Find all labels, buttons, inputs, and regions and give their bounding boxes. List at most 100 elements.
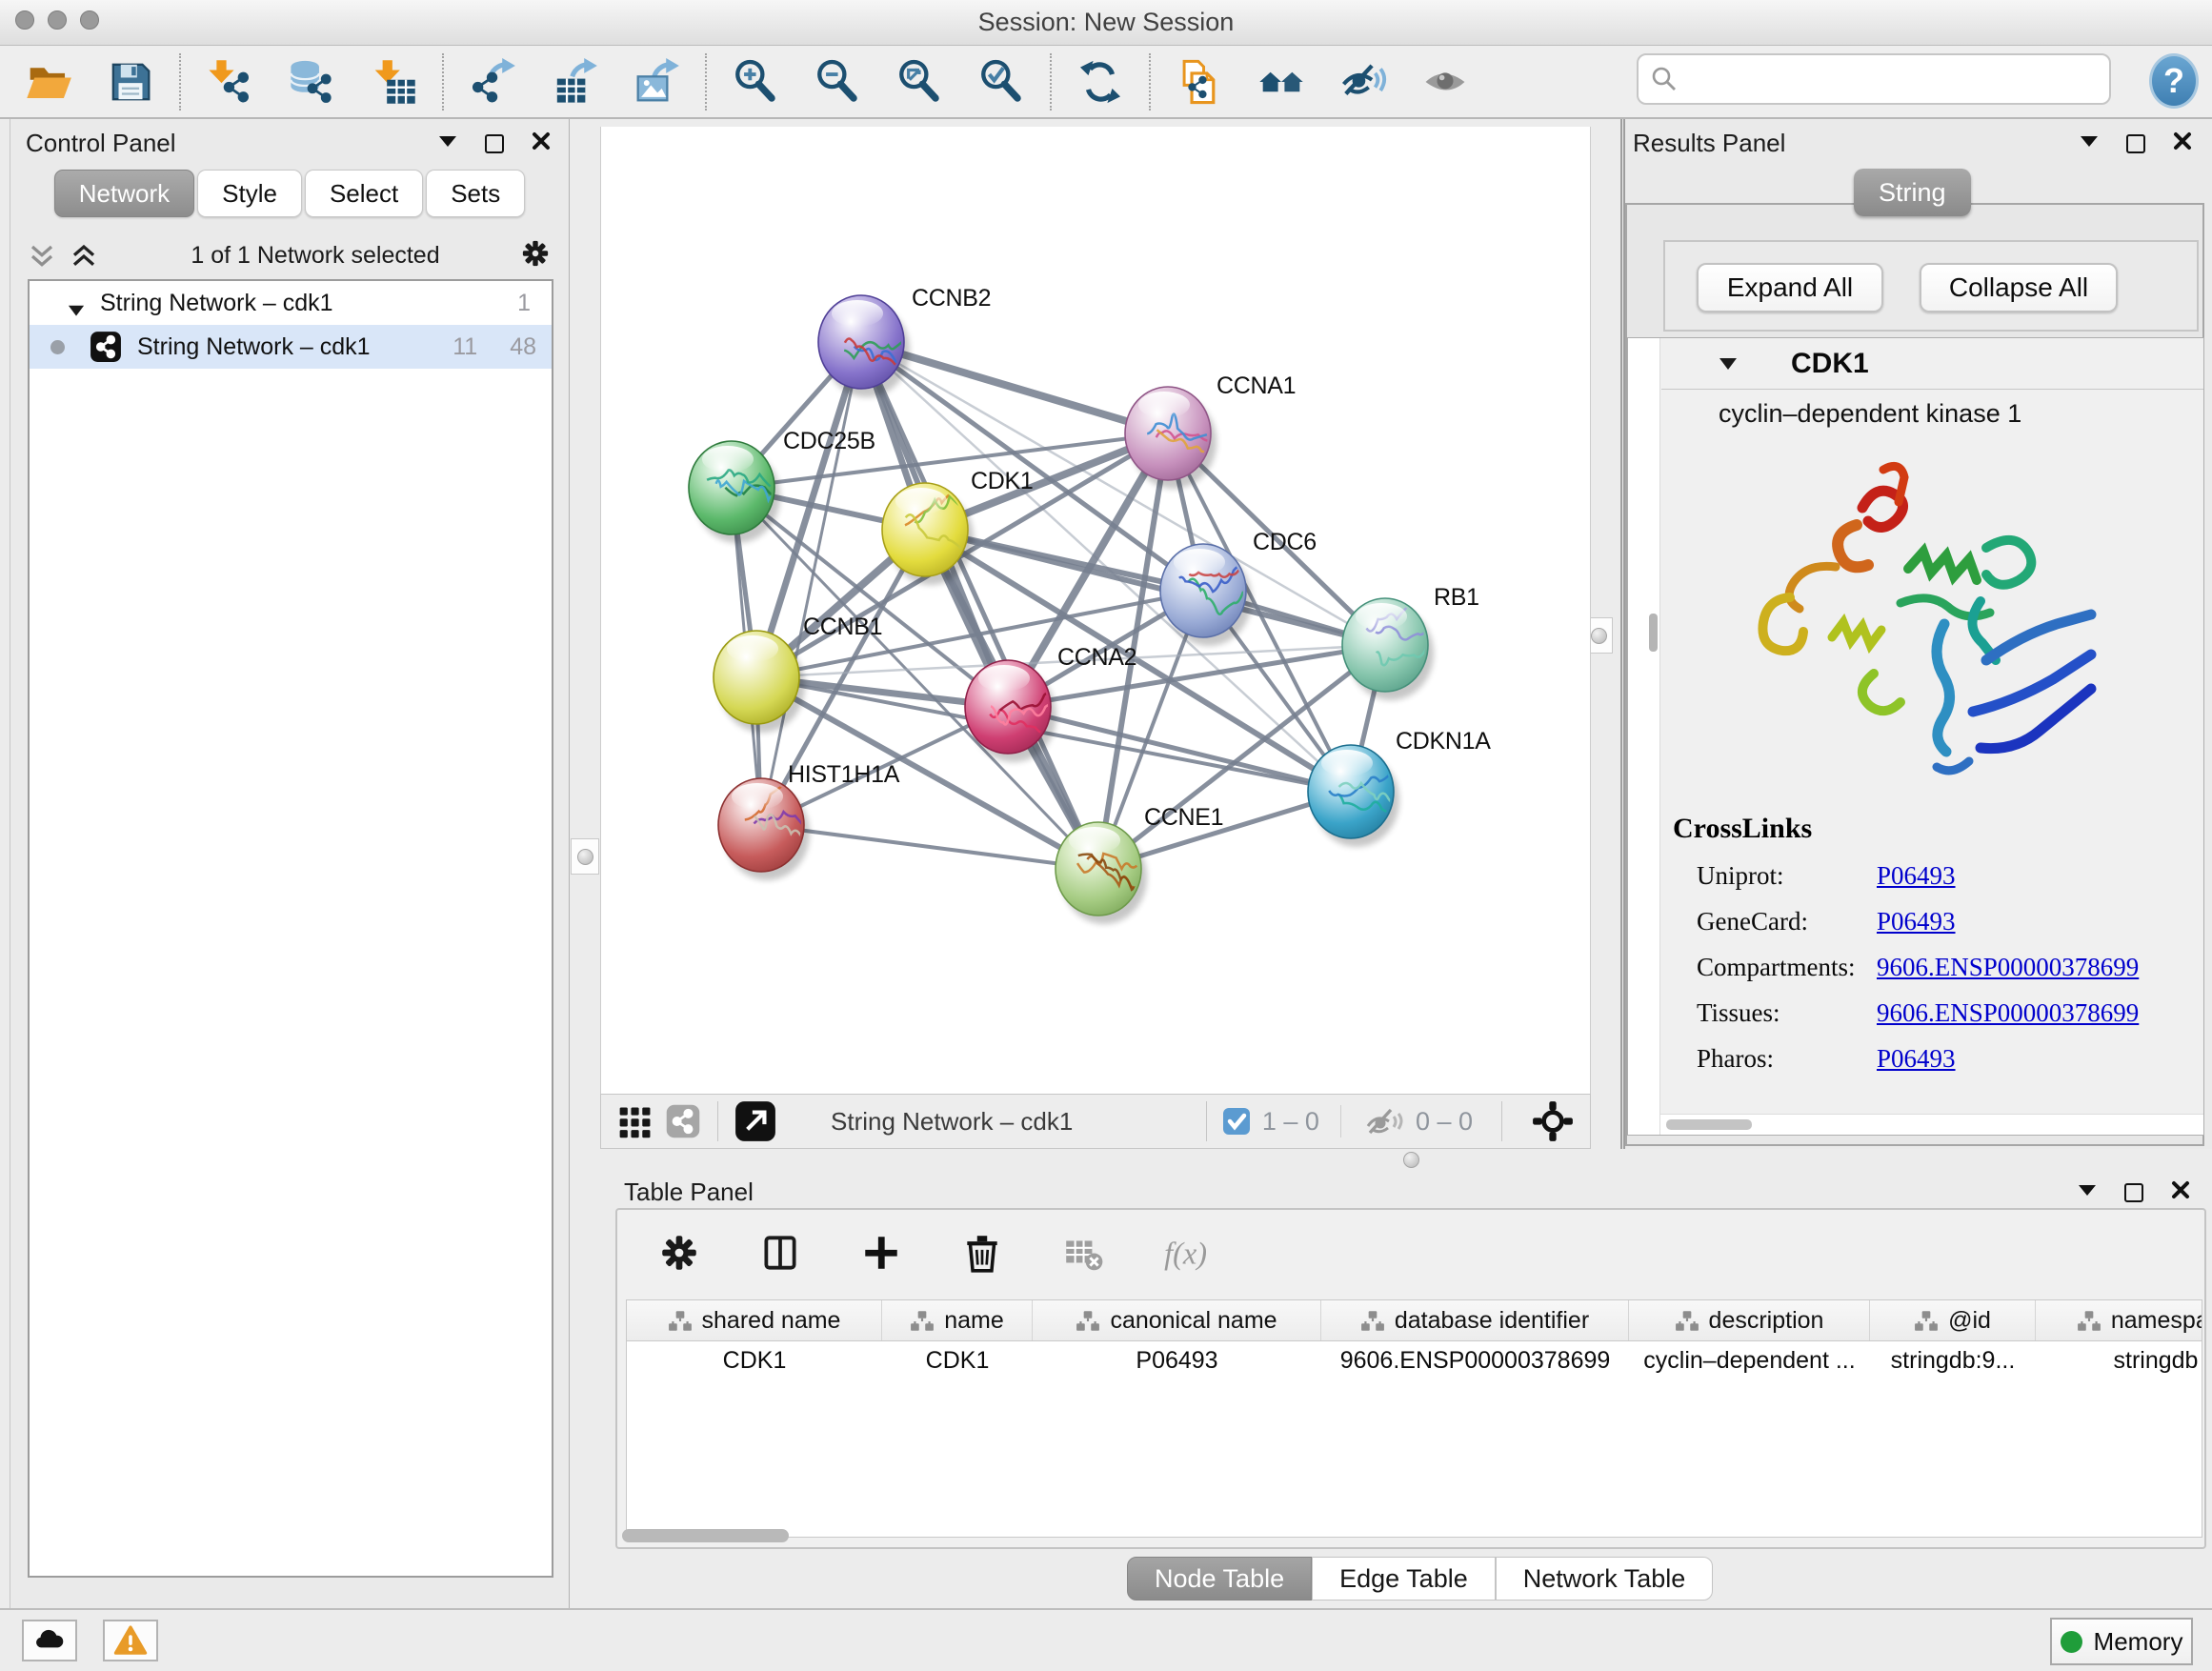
node-CCNE1[interactable]: CCNE1 [1056,804,1223,924]
first-neighbors-icon[interactable] [1256,56,1307,108]
table-settings-icon[interactable] [657,1231,701,1275]
export-table-icon[interactable] [549,56,600,108]
gene-collapse-icon[interactable] [1719,356,1738,371]
panel-collapse-icon[interactable] [2077,1182,2098,1202]
node-HIST1H1A[interactable]: HIST1H1A [718,761,900,880]
panel-float-icon[interactable] [485,134,504,153]
selected-checkbox-icon[interactable] [1222,1107,1251,1136]
edge-HIST1H1A-CCNE1[interactable] [761,825,1098,869]
horizontal-splitter[interactable] [600,1149,2212,1170]
string-view-icon[interactable] [664,1102,702,1140]
left-splitter[interactable] [570,119,600,1608]
crosslink-link[interactable]: 9606.ENSP00000378699 [1877,998,2139,1028]
export-network-icon[interactable] [467,56,518,108]
left-splitter-grip[interactable] [571,838,599,875]
crosslink-link[interactable]: P06493 [1877,1044,1956,1074]
network-row[interactable]: String Network – cdk1 11 48 [30,325,552,369]
results-hscrollbar[interactable] [1660,1114,2203,1135]
import-network-database-icon[interactable] [286,56,337,108]
table-hscrollbar-thumb[interactable] [622,1529,789,1542]
column-header-@id[interactable]: @id [1870,1300,2036,1340]
results-scrollbar-thumb[interactable] [1649,614,1658,652]
results-scrollbar[interactable] [1628,338,1660,1135]
tab-sets[interactable]: Sets [426,170,525,217]
zoom-out-icon[interactable] [812,56,863,108]
table-cell[interactable]: P06493 [1033,1341,1321,1379]
table-cell[interactable]: cyclin–dependent ... [1629,1341,1870,1379]
right-splitter[interactable] [1591,119,1625,1149]
column-header-namespace[interactable]: namespace [2036,1300,2202,1340]
panel-collapse-icon[interactable] [437,133,458,153]
tab-select[interactable]: Select [305,170,423,217]
memory-button[interactable]: Memory [2050,1618,2193,1665]
crosslink-link[interactable]: P06493 [1877,861,1956,891]
tab-edge-table[interactable]: Edge Table [1312,1557,1496,1601]
table-cell[interactable]: CDK1 [627,1341,882,1379]
grid-view-icon[interactable] [616,1102,654,1140]
apply-preferred-layout-icon[interactable] [1075,56,1126,108]
column-header-canonical-name[interactable]: canonical name [1033,1300,1321,1340]
panel-close-icon[interactable] [2172,131,2193,156]
crosslink-link[interactable]: 9606.ENSP00000378699 [1877,953,2139,982]
search-box[interactable] [1637,53,2111,105]
minimize-window-button[interactable] [48,10,67,30]
birds-eye-crosshair-icon[interactable] [1531,1099,1575,1143]
show-all-icon[interactable] [1419,56,1471,108]
close-window-button[interactable] [15,10,34,30]
export-image-icon[interactable] [631,56,682,108]
cloud-button[interactable] [22,1620,77,1661]
import-network-file-icon[interactable] [204,56,255,108]
node-CDKN1A[interactable]: CDKN1A [1308,728,1491,847]
panel-collapse-icon[interactable] [2079,133,2100,153]
panel-close-icon[interactable] [2170,1179,2191,1205]
panel-float-icon[interactable] [2126,134,2145,153]
zoom-in-icon[interactable] [730,56,781,108]
tab-node-table[interactable]: Node Table [1127,1557,1312,1601]
delete-column-icon[interactable] [960,1231,1004,1275]
network-canvas[interactable]: CCNB2 CCNA1 CDC25B CDK1 CDC6 RB1 CCNB1 C… [600,127,1591,1094]
table-cell[interactable]: 9606.ENSP00000378699 [1321,1341,1629,1379]
edge-CCNB2-CCNE1[interactable] [861,342,1098,869]
results-tab-string[interactable]: String [1854,169,1971,216]
import-table-file-icon[interactable] [368,56,419,108]
search-input[interactable] [1688,65,2098,94]
table-row[interactable]: CDK1CDK1P064939606.ENSP00000378699cyclin… [627,1341,2202,1379]
node-CCNA1[interactable]: CCNA1 [1125,372,1296,489]
results-hscrollbar-thumb[interactable] [1666,1119,1752,1130]
zoom-fit-icon[interactable] [894,56,945,108]
expand-all-networks-icon[interactable] [70,242,98,269]
column-header-shared-name[interactable]: shared name [627,1300,882,1340]
warning-button[interactable] [103,1620,158,1661]
hide-selected-icon[interactable] [1337,56,1389,108]
collapse-all-networks-icon[interactable] [28,242,56,269]
column-header-database-identifier[interactable]: database identifier [1321,1300,1629,1340]
node-CDC6[interactable]: CDC6 [1160,529,1317,646]
crosslink-link[interactable]: P06493 [1877,907,1956,936]
column-header-description[interactable]: description [1629,1300,1870,1340]
show-columns-icon[interactable] [758,1231,802,1275]
horizontal-splitter-grip[interactable] [1403,1152,1419,1168]
zoom-window-button[interactable] [80,10,99,30]
open-session-icon[interactable] [23,56,74,108]
new-network-from-selection-icon[interactable] [1174,56,1225,108]
tab-network[interactable]: Network [54,170,194,217]
detach-view-icon[interactable] [734,1099,777,1143]
panel-close-icon[interactable] [531,131,552,156]
table-cell[interactable]: CDK1 [882,1341,1033,1379]
expand-all-button[interactable]: Expand All [1697,263,1883,312]
tab-network-table[interactable]: Network Table [1496,1557,1714,1601]
collapse-all-button[interactable]: Collapse All [1920,263,2118,312]
add-column-icon[interactable] [859,1231,903,1275]
table-cell[interactable]: stringdb [2036,1341,2202,1379]
collection-expand-icon[interactable] [68,296,85,310]
network-collection-row[interactable]: String Network – cdk1 1 [30,281,552,325]
node-RB1[interactable]: RB1 [1342,584,1479,700]
gene-section-header[interactable]: CDK1 [1661,338,2203,390]
node-table[interactable]: shared namenamecanonical namedatabase id… [626,1299,2202,1538]
save-session-icon[interactable] [105,56,156,108]
edge-CCNB2-HIST1H1A[interactable] [761,342,861,825]
zoom-selected-icon[interactable] [975,56,1027,108]
network-graph[interactable]: CCNB2 CCNA1 CDC25B CDK1 CDC6 RB1 CCNB1 C… [601,127,1592,1094]
network-options-gear-icon[interactable] [519,237,552,274]
tab-style[interactable]: Style [197,170,302,217]
